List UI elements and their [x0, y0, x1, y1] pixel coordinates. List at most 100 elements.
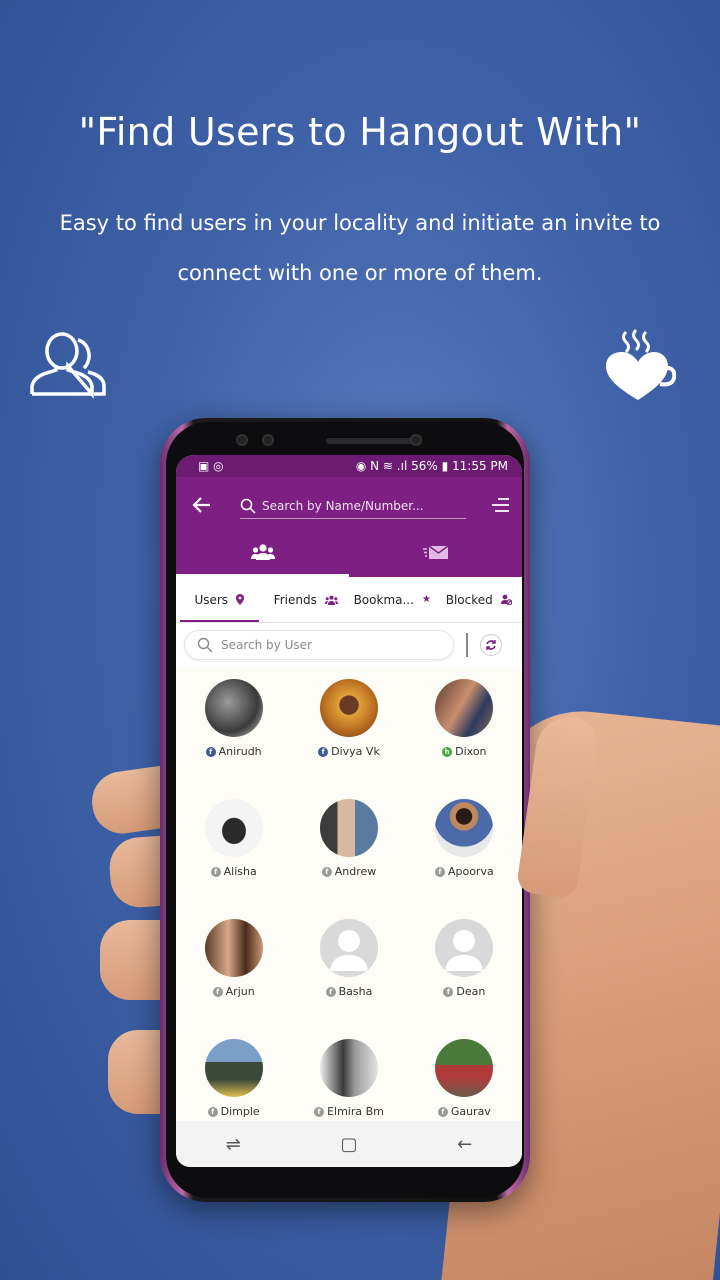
- user-card[interactable]: f Divya Vk: [291, 679, 406, 799]
- blocked-user-icon: [500, 594, 512, 605]
- group-icon: [250, 544, 275, 560]
- user-source-icon: f: [437, 1106, 448, 1117]
- coffee-heart-icon: [606, 328, 676, 400]
- sub-tabs: Users Friends Bookma... ★ Blocked: [176, 577, 522, 623]
- user-source-icon: f: [325, 986, 336, 997]
- subtab-label: Friends: [273, 592, 317, 607]
- user-name: Divya Vk: [331, 745, 380, 758]
- search-icon: [197, 637, 213, 653]
- subtab-friends[interactable]: Friends: [263, 577, 350, 622]
- facebook-icon: f: [318, 746, 329, 757]
- avatar: [204, 919, 263, 977]
- front-camera: [236, 434, 248, 446]
- camera-lens: [410, 434, 422, 446]
- avatar: [204, 799, 263, 857]
- subtab-bookmarks[interactable]: Bookma... ★: [349, 577, 436, 622]
- user-card[interactable]: f Apoorva: [407, 799, 522, 919]
- back-icon[interactable]: ←: [457, 1134, 472, 1155]
- user-name: Dimple: [220, 1105, 260, 1118]
- avatar: [435, 919, 494, 977]
- refresh-button[interactable]: [480, 634, 502, 656]
- user-card[interactable]: f Andrew: [291, 799, 406, 919]
- tab-users[interactable]: [176, 527, 349, 577]
- refresh-icon: [486, 640, 496, 650]
- avatar: [319, 919, 378, 977]
- user-search-input[interactable]: [221, 638, 441, 652]
- user-name: Basha: [338, 985, 373, 998]
- user-source-icon: f: [210, 866, 221, 877]
- star-icon: ★: [421, 594, 431, 605]
- sensor: [262, 434, 274, 446]
- recent-apps-icon[interactable]: ⇌: [226, 1134, 241, 1155]
- user-source-icon: f: [321, 866, 332, 877]
- phone-screen: ▣ ◎ ◉ N ≋ .ıl 56% ▮ 11:55 PM Search by N…: [176, 455, 522, 1167]
- user-name: Anirudh: [218, 745, 262, 758]
- user-card[interactable]: f Dimple: [176, 1039, 291, 1121]
- subtab-blocked[interactable]: Blocked: [436, 577, 523, 622]
- user-name: Apoorva: [447, 865, 494, 878]
- subtab-label: Bookma...: [353, 592, 414, 607]
- tab-invites[interactable]: [349, 527, 522, 577]
- back-arrow-icon[interactable]: [192, 495, 212, 520]
- page-description: Easy to find users in your locality and …: [50, 198, 670, 298]
- user-name: Arjun: [225, 985, 255, 998]
- facebook-icon: f: [205, 746, 216, 757]
- user-source-icon: f: [207, 1106, 218, 1117]
- page-title: "Find Users to Hangout With": [78, 110, 642, 154]
- description-line-1: Easy to find users in your locality and …: [59, 211, 661, 235]
- menu-icon[interactable]: [490, 497, 510, 513]
- subtab-label: Blocked: [445, 592, 493, 607]
- friends-icon: [324, 595, 338, 605]
- default-avatar-icon: [445, 930, 484, 971]
- main-tabs: [176, 527, 522, 577]
- user-search-row: [176, 623, 522, 667]
- user-name: Alisha: [223, 865, 257, 878]
- android-nav-bar: ⇌ ▢ ←: [176, 1121, 522, 1167]
- user-source-icon: f: [443, 986, 454, 997]
- description-line-2: connect with one or more of them.: [177, 261, 543, 285]
- user-card[interactable]: f Basha: [291, 919, 406, 1039]
- user-name: Dean: [456, 985, 486, 998]
- avatar: [319, 799, 378, 857]
- user-card[interactable]: f Elmira Bm: [291, 1039, 406, 1121]
- avatar: [435, 799, 494, 857]
- hangout-icon: h: [442, 746, 453, 757]
- avatar: [204, 679, 263, 737]
- app-bar: [176, 477, 522, 577]
- default-avatar-icon: [329, 930, 368, 971]
- user-source-icon: f: [434, 866, 445, 877]
- avatar: [319, 1039, 378, 1097]
- avatar: [319, 679, 378, 737]
- user-card[interactable]: f Arjun: [176, 919, 291, 1039]
- user-card[interactable]: f Dean: [407, 919, 522, 1039]
- status-right: ◉ N ≋ .ıl 56% ▮ 11:55 PM: [355, 459, 508, 473]
- avatar: [435, 679, 494, 737]
- users-grid: f Anirudh f Divya Vk h Dixon f Alisha f Andre…: [176, 667, 522, 1121]
- name-number-search[interactable]: [240, 493, 466, 519]
- user-card[interactable]: f Anirudh: [176, 679, 291, 799]
- user-name: Dixon: [455, 745, 487, 758]
- user-card[interactable]: f Alisha: [176, 799, 291, 919]
- search-icon: [240, 498, 256, 514]
- avatar: [435, 1039, 494, 1097]
- earpiece-speaker: [326, 438, 416, 444]
- home-icon[interactable]: ▢: [340, 1134, 357, 1155]
- location-pin-icon: [236, 594, 245, 605]
- user-name: Gaurav: [450, 1105, 491, 1118]
- user-source-icon: f: [212, 986, 223, 997]
- mail-icon: [422, 545, 448, 559]
- subtab-label: Users: [194, 592, 229, 607]
- subtab-users[interactable]: Users: [176, 577, 263, 622]
- status-left-icons: ▣ ◎: [198, 459, 224, 473]
- avatar: [204, 1039, 263, 1097]
- status-bar: ▣ ◎ ◉ N ≋ .ıl 56% ▮ 11:55 PM: [176, 455, 522, 477]
- user-name: Elmira Bm: [327, 1105, 384, 1118]
- divider: [466, 633, 468, 657]
- user-search-box[interactable]: [184, 630, 454, 660]
- users-outline-icon: [30, 332, 106, 399]
- user-source-icon: f: [314, 1106, 325, 1117]
- user-card[interactable]: f Gaurav: [407, 1039, 522, 1121]
- name-number-input[interactable]: [262, 498, 452, 513]
- user-name: Andrew: [334, 865, 377, 878]
- user-card[interactable]: h Dixon: [407, 679, 522, 799]
